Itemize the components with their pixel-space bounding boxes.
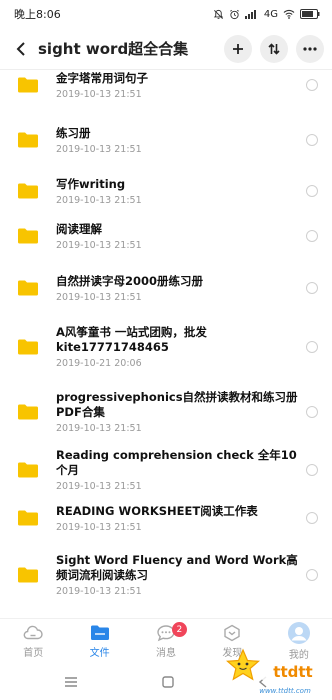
list-item[interactable]: progressivephonics自然拼读教材和练习册PDF合集 2019-1… bbox=[0, 387, 332, 437]
network-type: 4G bbox=[263, 8, 278, 20]
file-name: 阅读理解 bbox=[56, 221, 102, 236]
menu-icon[interactable] bbox=[64, 676, 78, 688]
star-logo-icon: ttdtt www.ttdtt.com bbox=[226, 648, 325, 695]
file-text: 阅读理解 2019-10-13 21:51 bbox=[56, 222, 306, 251]
list-item[interactable]: Reading comprehension check 全年10个月 2019-… bbox=[0, 448, 332, 492]
file-text: 练习册 2019-10-13 21:51 bbox=[56, 126, 306, 155]
select-radio[interactable] bbox=[306, 406, 318, 418]
chevron-left-icon bbox=[16, 41, 25, 56]
list-item[interactable]: 金字塔常用词句子 2019-10-13 21:51 bbox=[0, 70, 332, 100]
file-date: 2019-10-13 21:51 bbox=[56, 586, 142, 597]
select-radio[interactable] bbox=[306, 282, 318, 294]
file-text: 金字塔常用词句子 2019-10-13 21:51 bbox=[56, 71, 306, 100]
file-text: progressivephonics自然拼读教材和练习册PDF合集 2019-1… bbox=[56, 390, 306, 434]
file-date: 2019-10-13 21:51 bbox=[56, 481, 142, 492]
file-name: 写作writing bbox=[56, 176, 126, 191]
file-name: Sight Word Fluency and Word Work高频词流利阅读练… bbox=[56, 553, 298, 582]
folder-icon bbox=[18, 404, 38, 420]
file-name: progressivephonics自然拼读教材和练习册PDF合集 bbox=[56, 390, 298, 419]
nav-label: 首页 bbox=[23, 648, 44, 659]
folder-icon bbox=[18, 280, 38, 296]
list-item[interactable]: Sight Word Fluency and Word Work高频词流利阅读练… bbox=[0, 550, 332, 600]
file-name: 练习册 bbox=[56, 125, 91, 140]
file-date: 2019-10-13 21:51 bbox=[56, 239, 142, 251]
file-date: 2019-10-13 21:51 bbox=[56, 291, 142, 303]
folder-icon bbox=[18, 339, 38, 355]
list-item[interactable]: 阅读理解 2019-10-13 21:51 bbox=[0, 218, 332, 254]
more-button[interactable] bbox=[296, 34, 324, 63]
status-bar: 晚上8:06 4G bbox=[0, 0, 332, 28]
page-title: sight word超全合集 bbox=[38, 40, 189, 58]
folder-icon bbox=[90, 625, 109, 640]
nav-label: 文件 bbox=[89, 648, 110, 659]
select-radio[interactable] bbox=[306, 185, 318, 197]
folder-icon bbox=[18, 567, 38, 583]
discover-icon bbox=[224, 624, 241, 642]
file-date: 2019-10-13 21:51 bbox=[56, 194, 142, 206]
folder-icon bbox=[18, 510, 38, 526]
unread-badge: 2 bbox=[171, 622, 187, 637]
file-text: READING WORKSHEET阅读工作表 2019-10-13 21:51 bbox=[56, 504, 306, 533]
list-item[interactable]: READING WORKSHEET阅读工作表 2019-10-13 21:51 bbox=[0, 500, 332, 536]
battery-icon bbox=[300, 9, 320, 19]
select-radio[interactable] bbox=[306, 134, 318, 146]
file-name: A风筝童书 一站式团购，批发kite17771748465 bbox=[56, 325, 207, 354]
select-radio[interactable] bbox=[306, 464, 318, 476]
file-date: 2019-10-13 21:51 bbox=[56, 143, 142, 155]
list-item[interactable]: 自然拼读字母2000册练习册 2019-10-13 21:51 bbox=[0, 270, 332, 306]
home-square-icon[interactable] bbox=[162, 676, 174, 688]
file-text: A风筝童书 一站式团购，批发kite17771748465 2019-10-21… bbox=[56, 325, 306, 369]
watermark-logo: ttdtt www.ttdtt.com bbox=[225, 648, 329, 696]
folder-icon bbox=[18, 228, 38, 244]
select-radio[interactable] bbox=[306, 341, 318, 353]
nav-files[interactable]: 文件 bbox=[66, 619, 132, 664]
file-date: 2019-10-13 21:51 bbox=[56, 423, 142, 434]
alarm-icon bbox=[229, 9, 240, 20]
select-radio[interactable] bbox=[306, 79, 318, 91]
file-name: 金字塔常用词句子 bbox=[56, 70, 148, 85]
file-text: Sight Word Fluency and Word Work高频词流利阅读练… bbox=[56, 553, 306, 597]
list-item[interactable]: 写作writing 2019-10-13 21:51 bbox=[0, 173, 332, 209]
file-name: 自然拼读字母2000册练习册 bbox=[56, 273, 204, 288]
back-button[interactable] bbox=[10, 34, 32, 64]
sort-button[interactable] bbox=[260, 34, 288, 63]
select-radio[interactable] bbox=[306, 230, 318, 242]
select-radio[interactable] bbox=[306, 512, 318, 524]
file-date: 2019-10-13 21:51 bbox=[56, 521, 142, 533]
list-item[interactable]: A风筝童书 一站式团购，批发kite17771748465 2019-10-21… bbox=[0, 322, 332, 372]
file-text: Reading comprehension check 全年10个月 2019-… bbox=[56, 448, 306, 492]
nav-home[interactable]: 首页 bbox=[0, 619, 66, 664]
more-icon bbox=[303, 46, 317, 51]
file-text: 写作writing 2019-10-13 21:51 bbox=[56, 177, 306, 206]
file-name: Reading comprehension check 全年10个月 bbox=[56, 448, 297, 477]
file-date: 2019-10-13 21:51 bbox=[56, 88, 142, 100]
plus-icon bbox=[233, 43, 243, 54]
status-time: 晚上8:06 bbox=[14, 8, 61, 21]
header-bar: sight word超全合集 bbox=[0, 28, 332, 70]
wifi-icon bbox=[283, 9, 295, 19]
file-list: 金字塔常用词句子 2019-10-13 21:51 练习册 2019-10-13… bbox=[0, 70, 332, 618]
file-name: READING WORKSHEET阅读工作表 bbox=[56, 503, 258, 518]
avatar-icon bbox=[287, 622, 310, 644]
file-date: 2019-10-21 20:06 bbox=[56, 358, 142, 369]
status-icons: 4G bbox=[213, 9, 320, 20]
mute-bell-icon bbox=[213, 9, 224, 20]
folder-icon bbox=[18, 183, 38, 199]
watermark-text: ttdtt bbox=[273, 663, 312, 681]
cloud-icon bbox=[23, 625, 43, 640]
sort-icon bbox=[268, 42, 280, 55]
nav-label: 消息 bbox=[156, 648, 177, 659]
folder-icon bbox=[18, 77, 38, 93]
select-radio[interactable] bbox=[306, 569, 318, 581]
signal-icon bbox=[244, 9, 259, 19]
file-text: 自然拼读字母2000册练习册 2019-10-13 21:51 bbox=[56, 274, 306, 303]
nav-messages[interactable]: 消息 2 bbox=[133, 619, 199, 664]
folder-icon bbox=[18, 462, 38, 478]
folder-icon bbox=[18, 132, 38, 148]
add-button[interactable] bbox=[224, 34, 252, 63]
list-item[interactable]: 练习册 2019-10-13 21:51 bbox=[0, 122, 332, 158]
watermark-site: www.ttdtt.com bbox=[259, 687, 311, 695]
